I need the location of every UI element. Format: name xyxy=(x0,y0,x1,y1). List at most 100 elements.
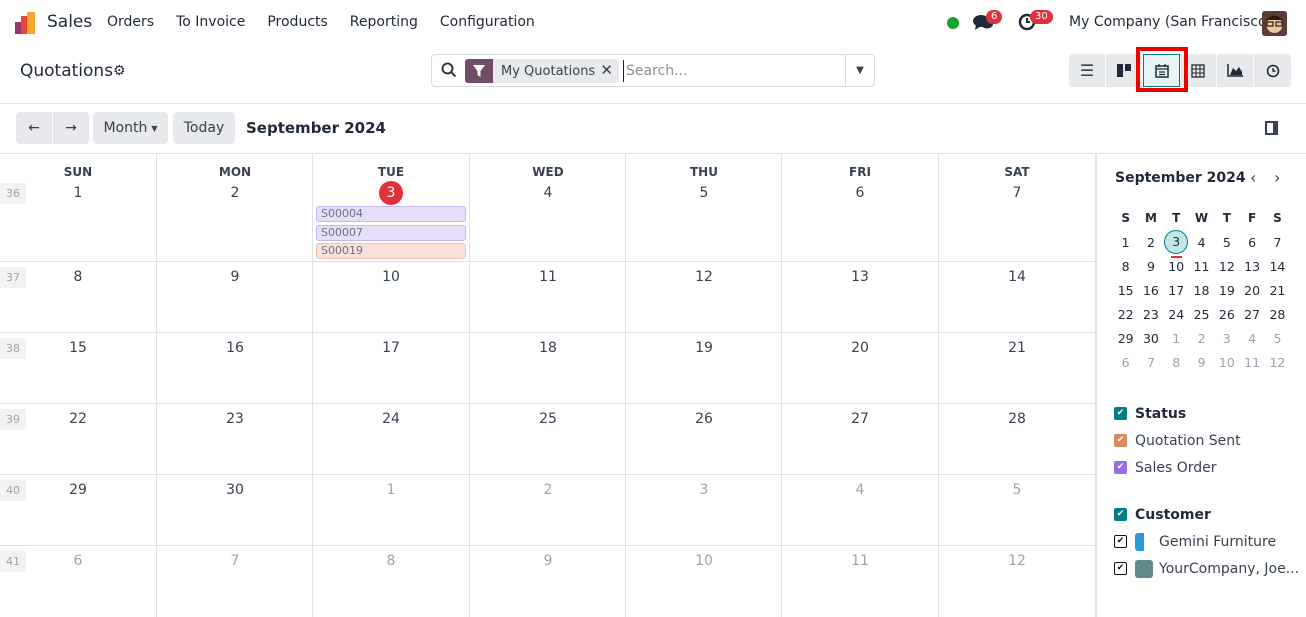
mini-day[interactable]: 23 xyxy=(1138,307,1163,322)
mini-day[interactable]: 9 xyxy=(1189,355,1214,370)
day-cell[interactable]: 3 xyxy=(626,482,782,498)
day-cell[interactable]: 26 xyxy=(626,411,782,427)
day-cell[interactable]: 15 xyxy=(0,340,156,356)
day-cell[interactable]: 11 xyxy=(470,269,626,285)
mini-day[interactable]: 10 xyxy=(1164,259,1189,274)
day-cell[interactable]: 2 xyxy=(470,482,626,498)
mini-day[interactable]: 14 xyxy=(1265,259,1290,274)
mini-day[interactable]: 4 xyxy=(1189,235,1214,250)
day-cell[interactable]: 29 xyxy=(0,482,156,498)
day-cell[interactable]: 14 xyxy=(939,269,1095,285)
day-cell[interactable]: 13 xyxy=(782,269,938,285)
day-cell[interactable]: 27 xyxy=(782,411,938,427)
day-cell[interactable]: 1 xyxy=(313,482,469,498)
day-cell[interactable]: 12 xyxy=(939,553,1095,569)
menu-to-invoice[interactable]: To Invoice xyxy=(176,14,245,30)
mini-day[interactable]: 15 xyxy=(1113,283,1138,298)
mini-day[interactable]: 8 xyxy=(1113,259,1138,274)
mini-day[interactable]: 25 xyxy=(1189,307,1214,322)
app-name[interactable]: Sales xyxy=(47,12,92,32)
list-view-button[interactable]: ☰ xyxy=(1069,54,1106,87)
mini-day[interactable]: 11 xyxy=(1239,355,1264,370)
mini-day[interactable]: 28 xyxy=(1265,307,1290,322)
mini-day[interactable]: 30 xyxy=(1138,331,1163,346)
day-cell[interactable]: 17 xyxy=(313,340,469,356)
filter-item[interactable]: ✔ Gemini Furniture xyxy=(1114,528,1299,555)
search-input[interactable] xyxy=(623,60,843,82)
checkbox[interactable]: ✔ xyxy=(1114,434,1127,447)
checkbox[interactable]: ✔ xyxy=(1114,461,1127,474)
day-cell[interactable]: 11 xyxy=(782,553,938,569)
mini-day[interactable]: 7 xyxy=(1138,355,1163,370)
day-cell[interactable]: 9 xyxy=(470,553,626,569)
mini-day[interactable]: 1 xyxy=(1113,235,1138,250)
day-cell[interactable]: 25 xyxy=(470,411,626,427)
mini-day[interactable]: 9 xyxy=(1138,259,1163,274)
day-cell[interactable]: 6 xyxy=(0,553,156,569)
day-cell[interactable]: 24 xyxy=(313,411,469,427)
mini-day[interactable]: 27 xyxy=(1239,307,1264,322)
filter-item[interactable]: ✔ Quotation Sent xyxy=(1114,427,1299,454)
checkbox[interactable]: ✔ xyxy=(1114,508,1127,521)
mini-prev-icon[interactable]: ‹ xyxy=(1250,168,1256,187)
day-cell[interactable]: 23 xyxy=(157,411,313,427)
mini-day[interactable]: 18 xyxy=(1189,283,1214,298)
mini-day[interactable]: 29 xyxy=(1113,331,1138,346)
calendar-event[interactable]: S00007 xyxy=(316,224,466,241)
sidebar-toggle-icon[interactable] xyxy=(1265,121,1278,135)
page-title[interactable]: Quotations xyxy=(20,61,113,81)
sales-app-logo[interactable] xyxy=(15,12,37,34)
mini-day[interactable]: 1 xyxy=(1164,331,1189,346)
mini-day[interactable]: 21 xyxy=(1265,283,1290,298)
mini-day[interactable]: 3 xyxy=(1214,331,1239,346)
checkbox[interactable]: ✔ xyxy=(1114,562,1127,575)
day-cell[interactable]: 20 xyxy=(782,340,938,356)
menu-reporting[interactable]: Reporting xyxy=(350,14,418,30)
day-cell[interactable]: 5 xyxy=(939,482,1095,498)
day-cell[interactable]: 4 xyxy=(470,185,626,201)
filter-group-header[interactable]: ✔ Status xyxy=(1114,400,1299,427)
mini-day[interactable]: 8 xyxy=(1164,355,1189,370)
mini-day[interactable]: 24 xyxy=(1164,307,1189,322)
menu-orders[interactable]: Orders xyxy=(107,14,154,30)
day-cell[interactable]: 8 xyxy=(313,553,469,569)
day-cell[interactable]: 5 xyxy=(626,185,782,201)
day-cell[interactable]: 30 xyxy=(157,482,313,498)
day-cell[interactable]: 1 xyxy=(0,185,156,201)
menu-configuration[interactable]: Configuration xyxy=(440,14,535,30)
day-cell[interactable]: 7 xyxy=(939,185,1095,201)
day-cell[interactable]: 9 xyxy=(157,269,313,285)
mini-day[interactable]: 16 xyxy=(1138,283,1163,298)
company-switcher[interactable]: My Company (San Francisco) xyxy=(1069,14,1272,30)
mini-day[interactable]: 2 xyxy=(1138,235,1163,250)
day-cell[interactable]: 6 xyxy=(782,185,938,201)
mini-day[interactable]: 6 xyxy=(1239,235,1264,250)
today-button[interactable]: Today xyxy=(173,112,235,144)
filter-item[interactable]: ✔ Sales Order xyxy=(1114,454,1299,481)
scale-dropdown[interactable]: Month ▼ xyxy=(93,112,168,144)
day-cell[interactable]: 28 xyxy=(939,411,1095,427)
day-cell[interactable]: 16 xyxy=(157,340,313,356)
mini-day[interactable]: 11 xyxy=(1189,259,1214,274)
calendar-event[interactable]: S00004 xyxy=(316,206,466,222)
previous-button[interactable]: ← xyxy=(16,112,52,144)
filter-group-header[interactable]: ✔ Customer xyxy=(1114,501,1299,528)
mini-day[interactable]: 13 xyxy=(1239,259,1264,274)
day-cell[interactable]: 7 xyxy=(157,553,313,569)
mini-day[interactable]: 4 xyxy=(1239,331,1264,346)
day-cell[interactable]: 10 xyxy=(626,553,782,569)
mini-day[interactable]: 17 xyxy=(1164,283,1189,298)
mini-day[interactable]: 10 xyxy=(1214,355,1239,370)
mini-day[interactable]: 22 xyxy=(1113,307,1138,322)
day-cell[interactable]: 3 xyxy=(313,181,469,205)
search-options-toggle[interactable]: ▼ xyxy=(845,55,874,86)
filter-item[interactable]: ✔ YourCompany, Joe... xyxy=(1114,555,1299,582)
mini-day[interactable]: 19 xyxy=(1214,283,1239,298)
day-cell[interactable]: 2 xyxy=(157,185,313,201)
mini-next-icon[interactable]: › xyxy=(1274,168,1280,187)
gear-icon[interactable]: ⚙ xyxy=(113,63,126,79)
calendar-event[interactable]: S00019 xyxy=(316,243,466,259)
next-button[interactable]: → xyxy=(53,112,89,144)
mini-day[interactable]: 3 xyxy=(1164,230,1189,258)
mini-day[interactable]: 2 xyxy=(1189,331,1214,346)
